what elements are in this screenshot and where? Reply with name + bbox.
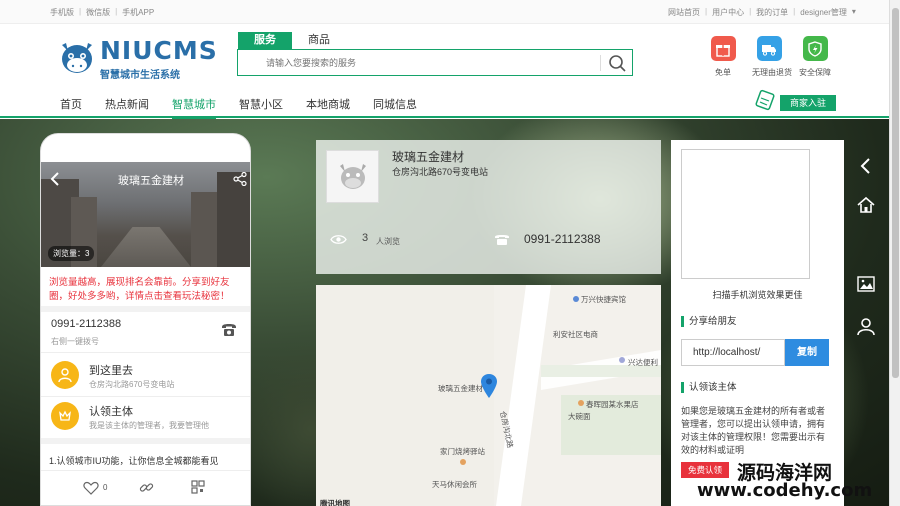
promo-notice[interactable]: 浏览量越高，展现排名会靠前。分享到好友圈，好处多多哟，详情点击查看玩法秘密！ (49, 276, 245, 304)
preview-title: 玻璃五金建材 (118, 175, 184, 187)
search-divider (600, 55, 601, 71)
shield-icon (802, 36, 828, 61)
shop-tag-icon (755, 89, 775, 111)
tab-goods[interactable]: 商品 (292, 32, 346, 49)
back-arrow-icon[interactable] (49, 171, 61, 187)
wechat-version-link[interactable]: 微信版 (86, 7, 110, 18)
home-icon[interactable] (856, 195, 876, 215)
scrollbar-thumb[interactable] (892, 8, 899, 378)
site-logo[interactable]: NIUCMS 智慧城市生活系统 (58, 37, 217, 81)
right-sidebar: 扫描手机浏览效果更佳 分享给朋友 http://localhost/ 复制 认领… (671, 140, 844, 506)
home-link[interactable]: 网站首页 (668, 7, 700, 18)
view-count: 3 (362, 232, 369, 244)
tab-service[interactable]: 服务 (238, 32, 292, 49)
merchant-join-button[interactable]: 商家入驻 (780, 95, 836, 111)
search-icon[interactable] (606, 53, 628, 73)
image-icon[interactable] (856, 274, 876, 294)
nav-local-mall[interactable]: 本地商城 (306, 96, 350, 119)
preview-footer: 0 (41, 470, 250, 505)
location-pin-icon (481, 374, 497, 398)
link-icon[interactable] (139, 480, 154, 495)
nav-hot-news[interactable]: 热点新闻 (105, 96, 149, 119)
no-reason-return-item[interactable]: 无理由退货 (752, 36, 792, 78)
preview-phone-number: 0991-2112388 (51, 318, 122, 330)
page-scrollbar[interactable] (889, 0, 900, 506)
free-claim-button[interactable]: 免费认领 (681, 462, 729, 478)
top-left-links: 手机版 | 微信版 | 手机APP (50, 7, 155, 18)
location-map[interactable]: 万兴快捷宾馆 利安社区电商 兴达便利 玻璃五金建材 春晖园某水果店 大碗面 家门… (316, 285, 661, 506)
cow-mascot-icon (62, 43, 92, 73)
phone-icon (495, 235, 509, 245)
view-count-badge: 浏览量：3 (48, 246, 95, 261)
mobile-app-link[interactable]: 手机APP (122, 7, 154, 18)
truck-icon (756, 36, 782, 61)
claim-entity-desc: 我是该主体的管理者，我要管理他 (89, 421, 209, 430)
search-input[interactable] (266, 56, 586, 70)
search-box (237, 49, 633, 76)
business-thumbnail (326, 150, 379, 203)
business-info-card: 玻璃五金建材 仓房沟北路670号变电站 3 人浏览 0991-2112388 (316, 140, 661, 274)
user-icon[interactable] (856, 316, 876, 336)
business-phone[interactable]: 0991-2112388 (524, 232, 601, 246)
nav-city-info[interactable]: 同城信息 (373, 96, 417, 119)
eye-icon (330, 235, 347, 244)
business-address: 仓房沟北路670号变电站 (392, 167, 489, 177)
person-icon (51, 361, 79, 389)
claim-section-title: 认领该主体 (681, 382, 737, 393)
claim-entity-title[interactable]: 认领主体 (89, 403, 133, 419)
view-count-label: 人浏览 (376, 237, 400, 246)
like-count: 0 (103, 483, 108, 492)
share-icon[interactable] (233, 172, 247, 186)
preview-phone-hint: 右侧一键拨号 (51, 337, 99, 346)
top-right-links: 网站首页 | 用户中心 | 我的订单 | designer管理 ▾ (668, 7, 856, 18)
nav-smart-community[interactable]: 智慧小区 (239, 96, 283, 119)
telephone-icon[interactable] (221, 323, 237, 337)
chevron-left-icon[interactable] (856, 156, 876, 176)
claim-description: 如果您是玻璃五金建材的所有者或者管理者，您可以提出认领申请，拥有对该主体的管理权… (681, 406, 826, 455)
gift-icon (710, 36, 736, 61)
user-center-link[interactable]: 用户中心 (712, 7, 744, 18)
my-orders-link[interactable]: 我的订单 (756, 7, 788, 18)
brand-name: NIUCMS (100, 36, 218, 65)
business-name: 玻璃五金建材 (392, 150, 465, 164)
qr-code-image (681, 149, 810, 279)
nav-items: 首页 热点新闻 智慧城市 智慧小区 本地商城 同城信息 (60, 96, 440, 119)
free-order-item[interactable]: 免单 (706, 36, 740, 78)
search-tabs: 服务 商品 (238, 32, 346, 49)
nav-smart-city[interactable]: 智慧城市 (172, 96, 216, 119)
feature-tip: 1.认领城市IU功能，让你信息全城都能看见 (49, 456, 219, 466)
heart-icon[interactable] (83, 481, 99, 495)
share-url-field[interactable]: http://localhost/ (681, 339, 785, 366)
service-guarantee-icons: 免单 无理由退货 安全保障 (706, 36, 832, 78)
cow-placeholder-icon (339, 163, 366, 189)
mobile-preview: 玻璃五金建材 浏览量：3 浏览量越高，展现排名会靠前。分享到好友圈，好处多多哟，… (40, 133, 251, 506)
security-guarantee-item[interactable]: 安全保障 (798, 36, 832, 78)
navigate-here-address: 仓房沟北路670号变电站 (89, 380, 175, 389)
chevron-down-icon[interactable]: ▾ (852, 7, 856, 18)
brand-slogan: 智慧城市生活系统 (100, 70, 180, 81)
user-menu-link[interactable]: designer管理 (800, 7, 847, 18)
crown-icon (51, 402, 79, 430)
top-utility-bar: 手机版 | 微信版 | 手机APP 网站首页 | 用户中心 | 我的订单 | d… (0, 0, 900, 24)
share-section-title: 分享给朋友 (681, 316, 737, 327)
qr-code-icon[interactable] (191, 480, 205, 494)
navigate-here-title[interactable]: 到这里去 (89, 362, 133, 378)
mobile-version-link[interactable]: 手机版 (50, 7, 74, 18)
main-nav: 首页 热点新闻 智慧城市 智慧小区 本地商城 同城信息 商家入驻 (0, 89, 900, 119)
site-header: NIUCMS 智慧城市生活系统 服务 商品 免单 无理由退货 (0, 24, 900, 90)
copy-button[interactable]: 复制 (785, 339, 829, 366)
qr-caption: 扫描手机浏览效果更佳 (712, 290, 803, 300)
nav-home[interactable]: 首页 (60, 96, 82, 119)
